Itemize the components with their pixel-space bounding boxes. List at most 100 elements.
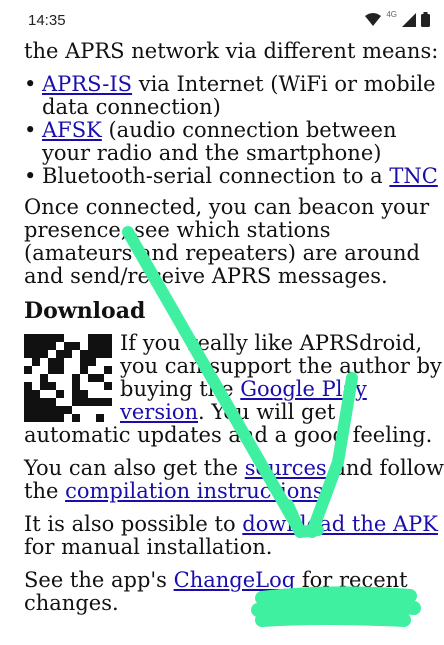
qr-module — [40, 398, 48, 406]
qr-module — [88, 374, 96, 382]
qr-module — [80, 374, 88, 382]
qr-module — [40, 382, 48, 390]
qr-module — [72, 366, 80, 374]
qr-module — [24, 350, 32, 358]
qr-module — [72, 398, 80, 406]
qr-module — [80, 342, 88, 350]
qr-module — [56, 398, 64, 406]
qr-module — [32, 358, 40, 366]
qr-module — [32, 350, 40, 358]
qr-module — [104, 334, 112, 342]
qr-module — [88, 358, 96, 366]
download-heading: Download — [24, 298, 146, 324]
qr-module — [64, 334, 72, 342]
qr-module — [104, 406, 112, 414]
qr-module — [88, 414, 96, 422]
aprs-is-link[interactable]: APRS-IS — [42, 72, 132, 96]
qr-module — [48, 358, 56, 366]
qr-module — [40, 358, 48, 366]
page-content: the APRS network via different means: AP… — [24, 40, 444, 625]
qr-module — [24, 366, 32, 374]
qr-module — [56, 342, 64, 350]
qr-module — [56, 366, 64, 374]
qr-module — [64, 366, 72, 374]
qr-module — [32, 406, 40, 414]
qr-module — [40, 414, 48, 422]
qr-module — [80, 406, 88, 414]
qr-module — [88, 350, 96, 358]
qr-module — [104, 414, 112, 422]
status-time: 14:35 — [28, 12, 66, 29]
tnc-link[interactable]: TNC — [389, 164, 437, 188]
qr-module — [104, 398, 112, 406]
qr-module — [96, 382, 104, 390]
qr-module — [32, 382, 40, 390]
qr-module — [56, 334, 64, 342]
qr-module — [96, 414, 104, 422]
qr-module — [72, 342, 80, 350]
qr-module — [24, 358, 32, 366]
qr-module — [40, 390, 48, 398]
qr-module — [56, 382, 64, 390]
qr-module — [64, 414, 72, 422]
compilation-instructions-link[interactable]: compilation instructions — [65, 479, 324, 503]
qr-module — [88, 406, 96, 414]
sources-link[interactable]: sources — [245, 456, 327, 480]
qr-module — [64, 358, 72, 366]
changelog-paragraph: See the app's ChangeLog for recent chang… — [24, 568, 408, 615]
network-type: 4G — [386, 10, 397, 19]
qr-module — [64, 342, 72, 350]
qr-module — [80, 382, 88, 390]
qr-module — [104, 374, 112, 382]
qr-module — [56, 414, 64, 422]
qr-module — [64, 374, 72, 382]
qr-module — [48, 350, 56, 358]
qr-module — [40, 334, 48, 342]
qr-module — [40, 374, 48, 382]
qr-module — [72, 350, 80, 358]
qr-module — [88, 366, 96, 374]
qr-module — [88, 398, 96, 406]
qr-module — [40, 342, 48, 350]
qr-module — [104, 342, 112, 350]
qr-module — [32, 334, 40, 342]
qr-module — [96, 406, 104, 414]
qr-module — [32, 374, 40, 382]
qr-module — [48, 390, 56, 398]
qr-module — [24, 406, 32, 414]
qr-module — [64, 350, 72, 358]
qr-module — [64, 406, 72, 414]
qr-module — [64, 390, 72, 398]
qr-module — [80, 358, 88, 366]
apk-paragraph: It is also possible to download the APK … — [24, 512, 438, 559]
intro-text: the APRS network via different means: — [24, 39, 439, 63]
qr-module — [48, 374, 56, 382]
qr-code-image[interactable] — [24, 334, 112, 422]
qr-module — [24, 334, 32, 342]
qr-module — [40, 366, 48, 374]
qr-module — [56, 406, 64, 414]
qr-module — [80, 414, 88, 422]
qr-module — [80, 390, 88, 398]
qr-module — [56, 390, 64, 398]
qr-module — [72, 406, 80, 414]
changelog-link[interactable]: ChangeLog — [174, 568, 296, 592]
qr-module — [32, 366, 40, 374]
qr-module — [24, 390, 32, 398]
battery-icon — [421, 12, 430, 27]
qr-module — [24, 398, 32, 406]
qr-module — [64, 382, 72, 390]
qr-module — [48, 334, 56, 342]
qr-module — [96, 334, 104, 342]
qr-module — [72, 390, 80, 398]
qr-module — [104, 390, 112, 398]
qr-module — [24, 382, 32, 390]
qr-module — [48, 414, 56, 422]
afsk-link[interactable]: AFSK — [42, 118, 102, 142]
connected-text: Once connected, you can beacon your pres… — [24, 195, 430, 288]
download-apk-link[interactable]: download the APK — [242, 512, 438, 536]
qr-module — [104, 350, 112, 358]
qr-module — [96, 366, 104, 374]
qr-module — [96, 398, 104, 406]
qr-module — [88, 390, 96, 398]
